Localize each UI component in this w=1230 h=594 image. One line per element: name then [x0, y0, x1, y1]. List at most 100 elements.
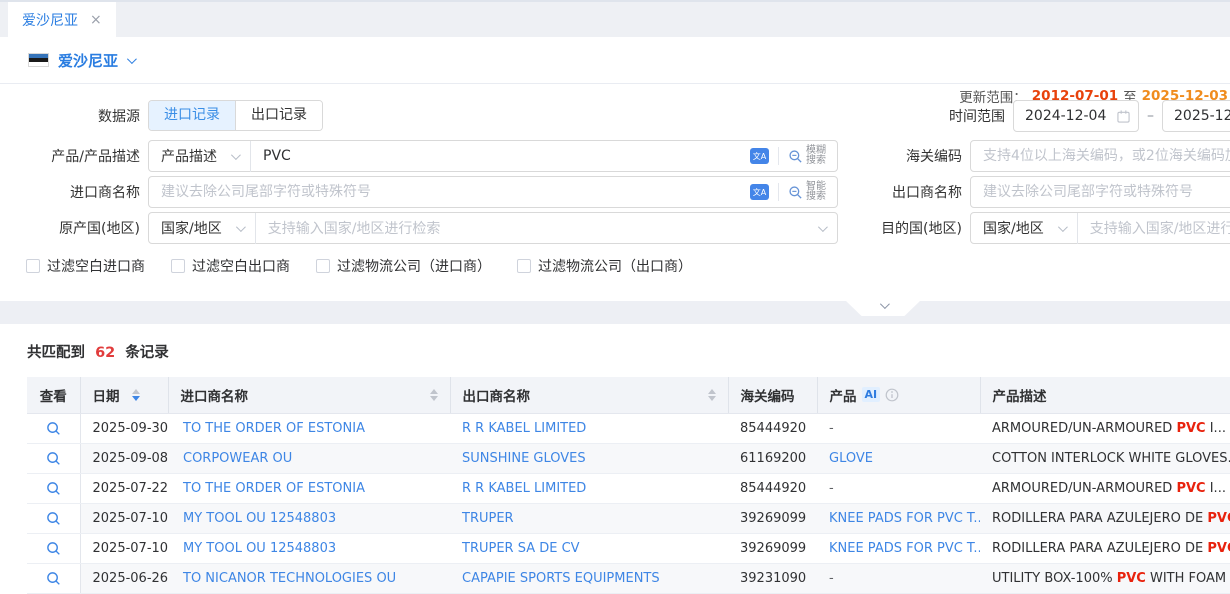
product-link[interactable]: KNEE PADS FOR PVC T... [829, 541, 980, 556]
info-icon[interactable] [885, 388, 899, 402]
summary-prefix: 共匹配到 [27, 345, 85, 361]
checkbox-label: 过滤空白出口商 [192, 256, 290, 276]
collapse-form-button[interactable] [846, 301, 920, 316]
table-row: 2025-07-10 MY TOOL OU 12548803 TRUPER 39… [27, 503, 1230, 533]
product-link: - [829, 571, 834, 586]
importer-link[interactable]: MY TOOL OU 12548803 [183, 541, 336, 556]
importer-link[interactable]: TO THE ORDER OF ESTONIA [183, 421, 365, 436]
hs-code-input[interactable] [971, 141, 1230, 171]
translate-icon[interactable]: 文A [750, 148, 769, 164]
checkbox-icon[interactable] [26, 259, 40, 273]
checkbox-icon[interactable] [316, 259, 330, 273]
destination-country-select[interactable]: 国家/地区 [971, 218, 1077, 238]
sort-icon[interactable] [430, 389, 438, 401]
sort-icon[interactable] [708, 389, 716, 401]
checkbox-icon[interactable] [171, 259, 185, 273]
description-cell: ARMOURED/UN-ARMOURED PVC I... [980, 413, 1230, 443]
exporter-link[interactable]: R R KABEL LIMITED [462, 421, 586, 436]
importer-search-control: 文A 智能搜索 [148, 176, 838, 208]
importer-name-input[interactable] [149, 177, 750, 207]
translate-icon[interactable]: 文A [750, 184, 769, 200]
description-highlight: PVC [1117, 571, 1146, 586]
end-date-input[interactable]: 2025-12-03 [1162, 100, 1230, 132]
export-records-button[interactable]: 出口记录 [235, 101, 322, 130]
origin-country-select-value: 国家/地区 [161, 218, 222, 238]
product-description-input[interactable] [251, 141, 750, 171]
date-cell: 2025-07-10 [80, 503, 168, 533]
filter-logistics-importer[interactable]: 过滤物流公司（进口商） [316, 256, 491, 276]
product-search-control: 产品描述 文A 模糊搜索 [148, 140, 838, 172]
product-label: 产品/产品描述 [0, 146, 140, 166]
origin-country-label: 原产国(地区) [0, 218, 140, 238]
time-range-label: 时间范围 [820, 106, 1005, 126]
checkbox-icon[interactable] [517, 259, 531, 273]
description-text: UTILITY BOX-100% [992, 571, 1117, 586]
table-row: 2025-06-26 TO NICANOR TECHNOLOGIES OU CA… [27, 563, 1230, 593]
view-record-button[interactable] [46, 481, 61, 496]
view-record-button[interactable] [46, 511, 61, 526]
product-type-select[interactable]: 产品描述 [149, 146, 250, 166]
exporter-link[interactable]: SUNSHINE GLOVES [462, 451, 586, 466]
filter-blank-importer[interactable]: 过滤空白进口商 [26, 256, 145, 276]
chevron-down-icon [1058, 222, 1068, 232]
header-date-label: 日期 [93, 385, 120, 405]
importer-link[interactable]: TO NICANOR TECHNOLOGIES OU [183, 571, 396, 586]
exporter-link[interactable]: TRUPER [462, 511, 514, 526]
product-link[interactable]: GLOVE [829, 451, 873, 466]
filter-logistics-exporter[interactable]: 过滤物流公司（出口商） [517, 256, 692, 276]
view-record-button[interactable] [46, 541, 61, 556]
product-link: - [829, 421, 834, 436]
hs-code-label: 海关编码 [820, 146, 962, 166]
header-product-label: 产品 [830, 385, 857, 405]
hs-code-cell: 61169200 [728, 443, 817, 473]
description-highlight: PVC [1176, 421, 1205, 436]
view-record-button[interactable] [46, 451, 61, 466]
chevron-down-icon [879, 299, 889, 309]
exporter-link[interactable]: R R KABEL LIMITED [462, 481, 586, 496]
close-icon[interactable]: × [90, 13, 102, 27]
calendar-icon [1117, 110, 1130, 123]
filter-blank-exporter[interactable]: 过滤空白出口商 [171, 256, 290, 276]
end-date-value: 2025-12-03 [1174, 108, 1230, 124]
records-table: 查看 日期 进口商名称 [27, 377, 1230, 594]
page-header: 爱沙尼亚 [0, 37, 1230, 84]
destination-country-label: 目的国(地区) [820, 218, 962, 238]
chevron-down-icon[interactable] [127, 54, 137, 64]
data-source-toggle: 进口记录 出口记录 [148, 100, 323, 131]
exporter-name-input[interactable] [971, 177, 1230, 207]
destination-country-placeholder[interactable]: 支持输入国家/地区进行检索 [1078, 218, 1230, 238]
import-records-button[interactable]: 进口记录 [149, 101, 235, 130]
tab-bar: 爱沙尼亚 × [0, 0, 1230, 37]
table-row: 2025-09-30 TO THE ORDER OF ESTONIA R R K… [27, 413, 1230, 443]
description-text: RODILLERA PARA AZULEJERO DE [992, 541, 1207, 556]
header-importer[interactable]: 进口商名称 [168, 377, 450, 413]
description-text: RODILLERA PARA AZULEJERO DE [992, 511, 1207, 526]
hs-code-cell: 85444920 [728, 473, 817, 503]
destination-country-select-value: 国家/地区 [983, 218, 1044, 238]
header-date[interactable]: 日期 [80, 377, 168, 413]
summary-suffix: 条记录 [125, 345, 169, 361]
origin-country-select[interactable]: 国家/地区 [149, 218, 255, 238]
start-date-input[interactable]: 2024-12-04 [1013, 100, 1139, 132]
exporter-link[interactable]: TRUPER SA DE CV [462, 541, 580, 556]
header-exporter[interactable]: 出口商名称 [450, 377, 728, 413]
magnifier-icon [46, 451, 61, 466]
header-description: 产品描述 [980, 377, 1230, 413]
product-link[interactable]: KNEE PADS FOR PVC T... [829, 511, 980, 526]
hs-code-cell: 39231090 [728, 563, 817, 593]
importer-link[interactable]: MY TOOL OU 12548803 [183, 511, 336, 526]
magnifier-icon [46, 541, 61, 556]
tab-estonia[interactable]: 爱沙尼亚 × [8, 2, 116, 37]
magnifier-icon [46, 511, 61, 526]
exporter-link[interactable]: CAPAPIE SPORTS EQUIPMENTS [462, 571, 660, 586]
hs-code-cell: 39269099 [728, 503, 817, 533]
importer-link[interactable]: CORPOWEAR OU [183, 451, 292, 466]
date-cell: 2025-06-26 [80, 563, 168, 593]
importer-link[interactable]: TO THE ORDER OF ESTONIA [183, 481, 365, 496]
view-record-button[interactable] [46, 571, 61, 586]
view-record-button[interactable] [46, 421, 61, 436]
magnifier-icon [46, 571, 61, 586]
origin-country-placeholder[interactable]: 支持输入国家/地区进行检索 [256, 218, 818, 238]
sort-icon[interactable] [132, 389, 140, 401]
hs-code-control [970, 140, 1230, 172]
